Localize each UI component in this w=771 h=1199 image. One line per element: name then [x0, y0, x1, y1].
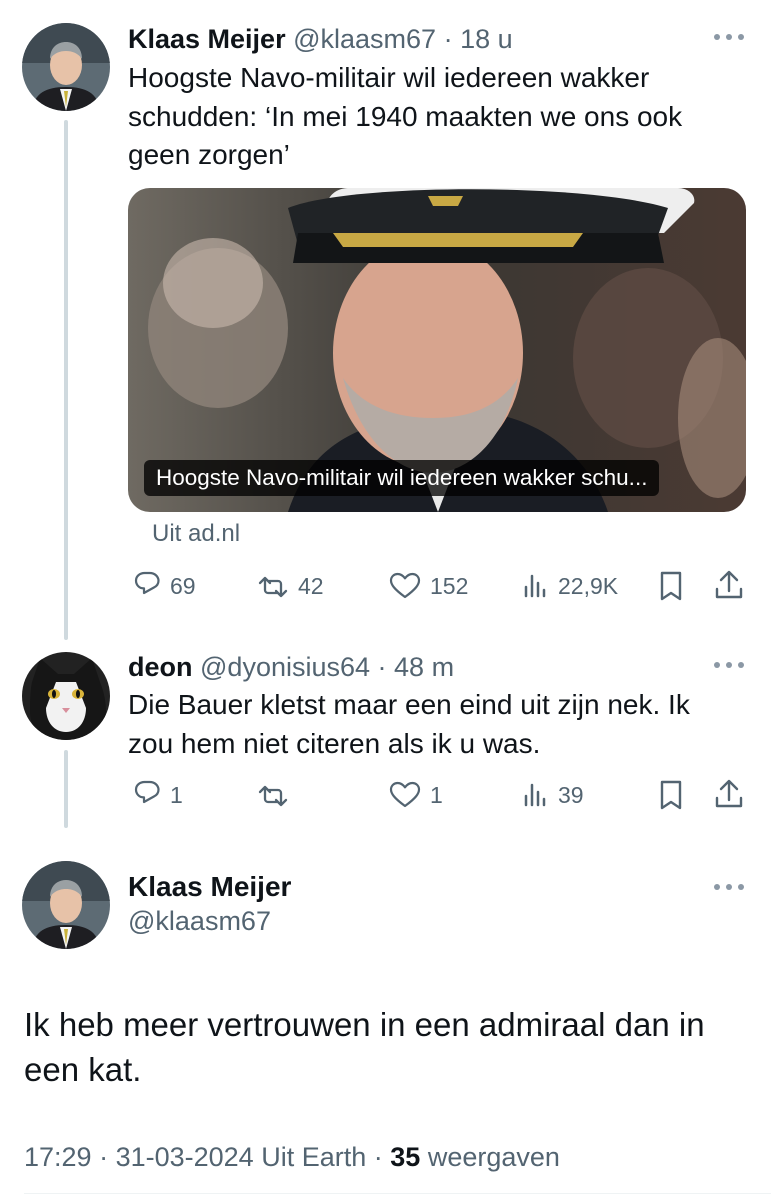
retweet-count: 42	[298, 572, 324, 599]
tweet-header: deon @dyonisius64 · 48 m	[128, 650, 454, 684]
like-button[interactable]: 1	[388, 775, 443, 815]
reply-button[interactable]: 69	[128, 566, 196, 606]
tweet-text-line: zou hem niet citeren als ik u was.	[128, 727, 541, 759]
cat-avatar-image	[22, 652, 110, 740]
share-icon	[715, 779, 743, 808]
retweet-icon	[258, 785, 288, 807]
author-handle[interactable]: @dyonisius64	[200, 652, 370, 682]
share-button[interactable]	[712, 566, 746, 606]
views-count: 35	[390, 1142, 421, 1172]
person-avatar-image	[22, 23, 110, 111]
tweet-date[interactable]: 31-03-2024	[116, 1142, 254, 1172]
separator-dot: ·	[91, 1142, 116, 1172]
reply-button[interactable]: 1	[128, 775, 183, 815]
author-handle[interactable]: @klaasm67	[128, 906, 271, 937]
tweet-time[interactable]: 48 m	[394, 652, 454, 682]
tweet-text: Die Bauer kletst maar een eind uit zijn …	[128, 686, 690, 763]
bookmark-icon	[660, 780, 682, 810]
bookmark-icon	[660, 571, 682, 601]
views-count: 39	[558, 781, 584, 808]
tweet-text-line: geen zorgen’	[128, 139, 290, 170]
heart-icon	[389, 781, 421, 808]
reply-count: 69	[170, 572, 196, 599]
tweet-time[interactable]: 18 u	[460, 24, 513, 54]
avatar[interactable]	[22, 861, 110, 949]
retweet-button[interactable]	[256, 775, 298, 815]
separator-dot: ·	[436, 24, 461, 54]
author-name[interactable]: deon	[128, 652, 193, 682]
tweet-text: Ik heb meer vertrouwen in een admiraal d…	[24, 1002, 744, 1092]
heart-icon	[389, 572, 421, 599]
author-handle[interactable]: @klaasm67	[293, 24, 436, 54]
separator-dot: ·	[366, 1142, 391, 1172]
like-button[interactable]: 152	[388, 566, 468, 606]
tweet-text-line: een kat.	[24, 1051, 142, 1088]
link-card-caption: Hoogste Navo-militair wil iedereen wakke…	[144, 460, 660, 496]
avatar[interactable]	[22, 23, 110, 111]
share-button[interactable]	[712, 775, 746, 815]
bookmark-button[interactable]	[654, 566, 688, 606]
author-name[interactable]: Klaas Meijer	[128, 871, 291, 903]
views-label: weergaven	[427, 1142, 560, 1172]
views-chart-icon	[524, 574, 546, 598]
link-source[interactable]: Uit ad.nl	[152, 520, 240, 548]
views-count: 22,9K	[558, 572, 619, 599]
tweet-actions: 1 1 39	[128, 775, 746, 815]
like-count: 152	[430, 572, 469, 599]
tweet-text-line: Hoogste Navo-militair wil iedereen wakke…	[128, 62, 650, 93]
views-button[interactable]: 22,9K	[520, 566, 618, 606]
share-icon	[715, 570, 743, 599]
tweet-text-line: Ik heb meer vertrouwen in een admiraal d…	[24, 1006, 705, 1043]
retweet-button[interactable]: 42	[256, 566, 324, 606]
retweet-icon	[258, 576, 288, 598]
link-card-image[interactable]: Hoogste Navo-militair wil iedereen wakke…	[128, 188, 746, 512]
tweet-header: Klaas Meijer @klaasm67 · 18 u	[128, 22, 513, 56]
tweet-text: Hoogste Navo-militair wil iedereen wakke…	[128, 59, 682, 175]
thread-line	[64, 750, 68, 828]
tweet-source[interactable]: Uit Earth	[261, 1142, 366, 1172]
more-horizontal-icon[interactable]	[714, 32, 744, 42]
separator-dot: ·	[370, 652, 395, 682]
views-button[interactable]: 39	[520, 775, 584, 815]
tweet-metadata: 17:29 · 31-03-2024 Uit Earth · 35 weerga…	[24, 1142, 560, 1173]
avatar[interactable]	[22, 652, 110, 740]
tweet-time[interactable]: 17:29	[24, 1142, 92, 1172]
like-count: 1	[430, 781, 443, 808]
views-chart-icon	[524, 783, 546, 807]
reply-count: 1	[170, 781, 183, 808]
more-horizontal-icon[interactable]	[714, 660, 744, 670]
divider	[24, 1193, 771, 1194]
thread-line	[64, 120, 68, 640]
person-avatar-image	[22, 861, 110, 949]
tweet-text-line: Die Bauer kletst maar een eind uit zijn …	[128, 689, 690, 720]
tweet-actions: 69 42 152 22,9K	[128, 566, 746, 606]
more-horizontal-icon[interactable]	[714, 882, 744, 892]
tweet-text-line: schudden: ‘In mei 1940 maakten we ons oo…	[128, 100, 683, 132]
reply-icon	[134, 571, 160, 595]
author-name[interactable]: Klaas Meijer	[128, 24, 286, 54]
reply-icon	[134, 780, 160, 804]
bookmark-button[interactable]	[654, 775, 688, 815]
